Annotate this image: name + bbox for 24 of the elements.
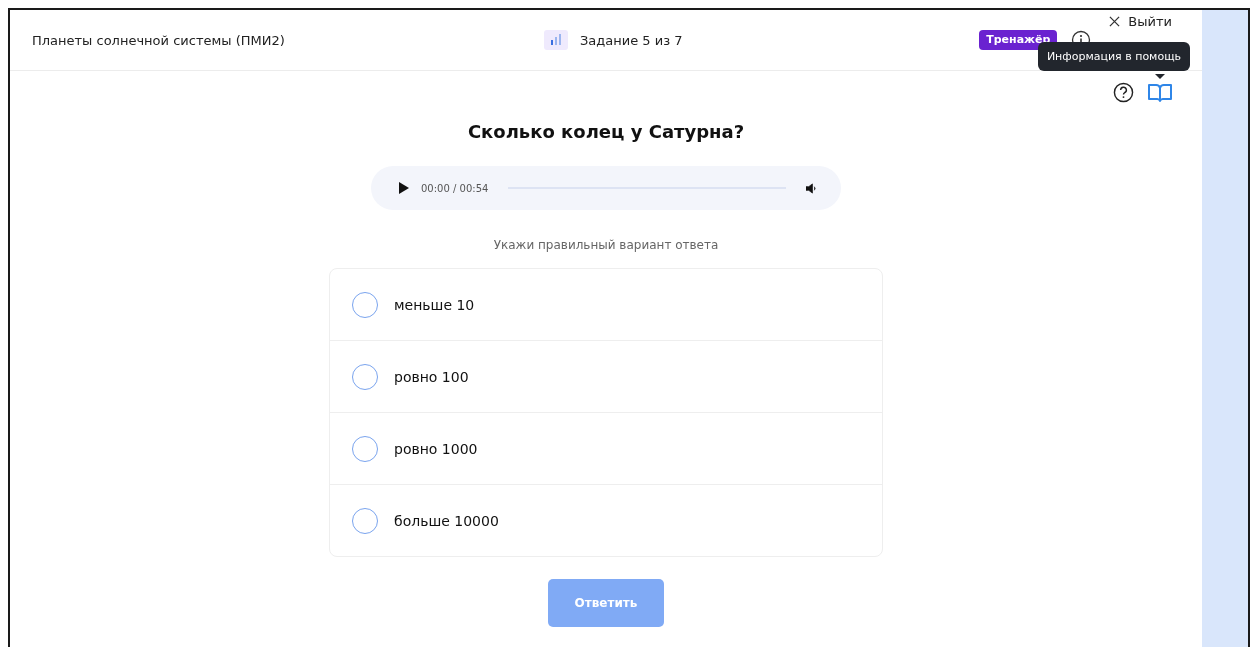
book-icon[interactable] [1148, 82, 1172, 103]
exit-button[interactable]: Выйти [1101, 14, 1180, 29]
answer-option[interactable]: ровно 100 [330, 340, 882, 412]
tooltip-pointer [1155, 74, 1165, 79]
option-label: ровно 1000 [394, 440, 478, 457]
tooltip: Информация в помощь [1037, 42, 1190, 71]
play-icon[interactable] [399, 182, 409, 194]
help-icon[interactable] [1113, 82, 1134, 103]
mode-badge: Тренажёр [979, 30, 1058, 50]
quiz-title: Планеты солнечной системы (ПМИ2) [32, 32, 285, 48]
option-label: больше 10000 [394, 512, 499, 529]
answer-option[interactable]: ровно 1000 [330, 412, 882, 484]
task-counter: Задание 5 из 7 [580, 32, 683, 48]
question-text: Сколько колец у Сатурна? [467, 121, 745, 142]
answer-option[interactable]: больше 10000 [330, 484, 882, 556]
bar-chart-icon [544, 30, 568, 50]
audio-player[interactable]: 00:00 / 00:54 [371, 166, 841, 210]
option-label: меньше 10 [394, 296, 475, 313]
audio-time: 00:00 / 00:54 [421, 182, 489, 194]
close-icon [1109, 16, 1121, 27]
answer-option[interactable]: меньше 10 [330, 269, 882, 340]
instruction-text: Укажи правильный вариант ответа [493, 238, 719, 252]
volume-icon[interactable] [806, 182, 817, 194]
option-label: ровно 100 [394, 368, 469, 385]
